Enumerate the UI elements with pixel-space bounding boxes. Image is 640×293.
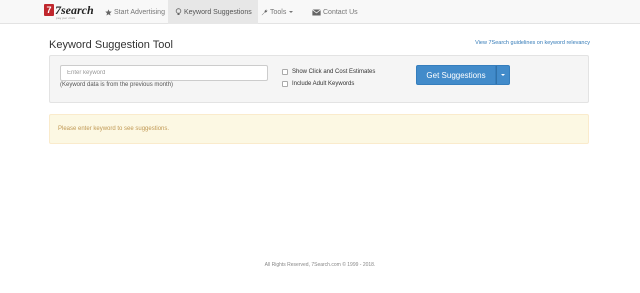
top-navbar: 7 7search pay per click Start Advertisin… xyxy=(0,0,640,24)
show-click-cost-label: Show Click and Cost Estimates xyxy=(292,69,376,75)
nav-keyword-suggestions-label: Keyword Suggestions xyxy=(184,8,252,16)
alert-message: Please enter keyword to see suggestions. xyxy=(58,126,170,132)
keyword-help-text: (Keyword data is from the previous month… xyxy=(60,82,174,88)
nav-keyword-suggestions[interactable]: Keyword Suggestions xyxy=(168,0,258,24)
chevron-down-icon xyxy=(289,11,294,13)
show-click-cost-checkbox[interactable] xyxy=(282,69,288,75)
get-suggestions-dropdown-toggle[interactable] xyxy=(496,65,510,85)
brand-name: 7search xyxy=(55,3,94,17)
page-title: Keyword Suggestion Tool xyxy=(49,39,173,51)
lightbulb-icon xyxy=(174,8,182,16)
warning-alert: Please enter keyword to see suggestions. xyxy=(49,114,589,144)
footer-copyright: All Rights Reserved, 7Search.com © 1999 … xyxy=(264,262,376,268)
brand-mark: 7 xyxy=(44,4,54,16)
include-adult-option[interactable]: Include Adult Keywords xyxy=(282,81,354,87)
nav-contact-us[interactable]: Contact Us xyxy=(305,0,364,24)
chevron-down-icon xyxy=(501,74,505,76)
nav-start-advertising[interactable]: Start Advertising xyxy=(98,0,171,24)
keyword-input[interactable] xyxy=(60,65,268,81)
brand-logo[interactable]: 7 7search pay per click xyxy=(44,4,94,20)
include-adult-checkbox[interactable] xyxy=(282,81,288,87)
nav-tools-dropdown[interactable]: Tools xyxy=(254,0,299,24)
show-click-cost-option[interactable]: Show Click and Cost Estimates xyxy=(282,69,375,75)
get-suggestions-button-group: Get Suggestions xyxy=(416,65,510,85)
brand-tagline: pay per click xyxy=(56,16,76,20)
nav-start-advertising-label: Start Advertising xyxy=(114,8,165,16)
keyword-tool-panel: (Keyword data is from the previous month… xyxy=(49,55,589,103)
nav-contact-us-label: Contact Us xyxy=(323,8,358,16)
star-icon xyxy=(104,8,112,16)
envelope-icon xyxy=(311,8,321,16)
guidelines-link[interactable]: View 7Search guidelines on keyword relev… xyxy=(475,40,590,46)
include-adult-label: Include Adult Keywords xyxy=(292,81,355,87)
nav-tools-label: Tools xyxy=(270,8,287,16)
wrench-icon xyxy=(260,8,268,16)
get-suggestions-button[interactable]: Get Suggestions xyxy=(416,65,496,85)
